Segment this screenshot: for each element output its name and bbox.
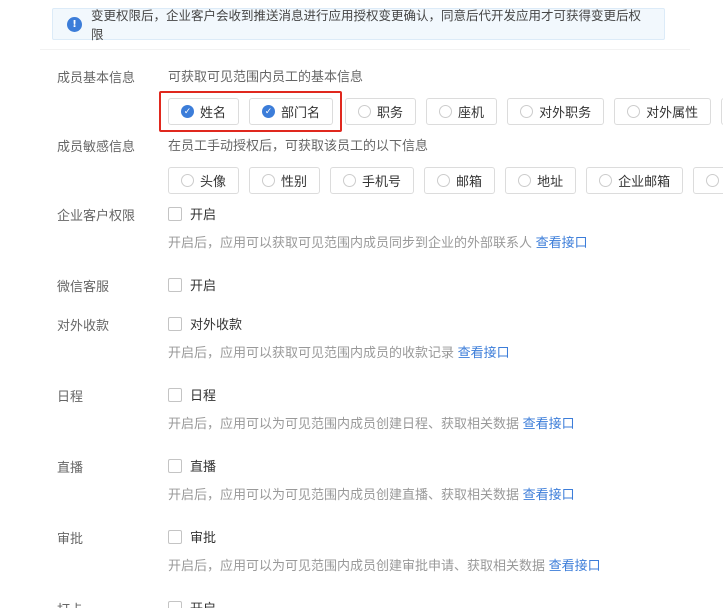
- chip-label: 对外属性: [646, 102, 698, 121]
- chip-label: 地址: [537, 171, 563, 190]
- live-checkbox[interactable]: 直播: [168, 456, 683, 475]
- unchecked-circle-icon: [262, 174, 275, 187]
- wechat-kf-checkbox[interactable]: 开启: [168, 275, 683, 294]
- unchecked-circle-icon: [518, 174, 531, 187]
- row-label: 对外收款: [57, 314, 168, 334]
- view-api-link[interactable]: 查看接口: [523, 416, 575, 431]
- checkbox-icon[interactable]: [168, 601, 182, 608]
- row-label: 企业客户权限: [57, 204, 168, 224]
- chip-qrcode[interactable]: 员工企业微信二维码: [693, 167, 723, 194]
- chip-external-attribute[interactable]: 对外属性: [614, 98, 711, 125]
- divider: [40, 49, 690, 50]
- checkbox-icon[interactable]: [168, 388, 182, 402]
- checkbox-label: 开启: [190, 598, 216, 608]
- external-payment-checkbox[interactable]: 对外收款: [168, 314, 683, 333]
- row-label: 成员敏感信息: [57, 135, 168, 155]
- chip-biz-email[interactable]: 企业邮箱: [586, 167, 683, 194]
- checkin-checkbox[interactable]: 开启: [168, 598, 683, 608]
- info-banner: ! 变更权限后，企业客户会收到推送消息进行应用授权变更确认，同意后代开发应用才可…: [52, 8, 665, 40]
- row-description: 开启后，应用可以获取可见范围内成员的收款记录 查看接口: [168, 342, 683, 361]
- chip-landline[interactable]: 座机: [426, 98, 497, 125]
- unchecked-circle-icon: [437, 174, 450, 187]
- row-description: 开启后，应用可以为可见范围内成员创建审批申请、获取相关数据 查看接口: [168, 555, 683, 574]
- chip-name[interactable]: 姓名: [168, 98, 239, 125]
- unchecked-circle-icon: [599, 174, 612, 187]
- chip-department-name[interactable]: 部门名: [249, 98, 333, 125]
- unchecked-circle-icon: [343, 174, 356, 187]
- row-description: 可获取可见范围内员工的基本信息: [168, 66, 683, 85]
- checkbox-icon[interactable]: [168, 530, 182, 544]
- row-external-contact-permission: 企业客户权限 开启 开启后，应用可以获取可见范围内成员同步到企业的外部联系人 查…: [57, 204, 683, 251]
- row-description: 开启后，应用可以为可见范围内成员创建直播、获取相关数据 查看接口: [168, 484, 683, 503]
- chip-label: 性别: [281, 171, 307, 190]
- chip-position[interactable]: 职务: [345, 98, 416, 125]
- chip-email[interactable]: 邮箱: [424, 167, 495, 194]
- row-label: 直播: [57, 456, 168, 476]
- info-icon: !: [67, 17, 82, 32]
- row-description: 开启后，应用可以获取可见范围内成员同步到企业的外部联系人 查看接口: [168, 232, 683, 251]
- checked-circle-icon: [181, 105, 194, 118]
- row-label: 审批: [57, 527, 168, 547]
- unchecked-circle-icon: [706, 174, 719, 187]
- chip-label: 姓名: [200, 102, 226, 121]
- chip-avatar[interactable]: 头像: [168, 167, 239, 194]
- row-label: 成员基本信息: [57, 66, 168, 86]
- checkbox-icon[interactable]: [168, 459, 182, 473]
- chip-label: 邮箱: [456, 171, 482, 190]
- chip-label: 部门名: [281, 102, 320, 121]
- unchecked-circle-icon: [439, 105, 452, 118]
- approval-checkbox[interactable]: 审批: [168, 527, 683, 546]
- row-external-payment: 对外收款 对外收款 开启后，应用可以获取可见范围内成员的收款记录 查看接口: [57, 314, 683, 361]
- row-wechat-customer-service: 微信客服 开启: [57, 275, 683, 295]
- chip-gender[interactable]: 性别: [249, 167, 320, 194]
- chip-label: 座机: [458, 102, 484, 121]
- chip-label: 职务: [377, 102, 403, 121]
- checkbox-icon[interactable]: [168, 278, 182, 292]
- row-label: 日程: [57, 385, 168, 405]
- permission-settings-page: ! 变更权限后，企业客户会收到推送消息进行应用授权变更确认，同意后代开发应用才可…: [0, 0, 723, 608]
- sensitive-info-chip-group: 头像 性别 手机号 邮箱 地址: [168, 167, 683, 194]
- checkbox-label: 开启: [190, 204, 216, 223]
- row-member-sensitive-info: 成员敏感信息 在员工手动授权后，可获取该员工的以下信息 头像 性别 手机号: [57, 135, 683, 194]
- row-calendar: 日程 日程 开启后，应用可以为可见范围内成员创建日程、获取相关数据 查看接口: [57, 385, 683, 432]
- row-live-streaming: 直播 直播 开启后，应用可以为可见范围内成员创建直播、获取相关数据 查看接口: [57, 456, 683, 503]
- checkbox-label: 对外收款: [190, 314, 242, 333]
- annotation-red-box-chips: 姓名 部门名: [159, 91, 342, 132]
- calendar-checkbox[interactable]: 日程: [168, 385, 683, 404]
- checkbox-label: 审批: [190, 527, 216, 546]
- row-approval: 审批 审批 开启后，应用可以为可见范围内成员创建审批申请、获取相关数据 查看接口: [57, 527, 683, 574]
- row-description: 在员工手动授权后，可获取该员工的以下信息: [168, 135, 683, 154]
- checkbox-label: 直播: [190, 456, 216, 475]
- info-banner-text: 变更权限后，企业客户会收到推送消息进行应用授权变更确认，同意后代开发应用才可获得…: [91, 5, 650, 43]
- checkbox-icon[interactable]: [168, 317, 182, 331]
- chip-external-position[interactable]: 对外职务: [507, 98, 604, 125]
- checkbox-icon[interactable]: [168, 207, 182, 221]
- external-contact-checkbox[interactable]: 开启: [168, 204, 683, 223]
- chip-label: 手机号: [362, 171, 401, 190]
- row-label: 打卡: [57, 598, 168, 608]
- checkbox-label: 日程: [190, 385, 216, 404]
- chip-label: 头像: [200, 171, 226, 190]
- checkbox-label: 开启: [190, 275, 216, 294]
- chip-mobile[interactable]: 手机号: [330, 167, 414, 194]
- unchecked-circle-icon: [520, 105, 533, 118]
- row-checkin: 打卡 开启 开启后，应用可获取可见范围内成员的打卡规则、打卡记录等数据，并为成员…: [57, 598, 683, 608]
- chip-label: 对外职务: [539, 102, 591, 121]
- row-label: 微信客服: [57, 275, 168, 295]
- row-description: 开启后，应用可以为可见范围内成员创建日程、获取相关数据 查看接口: [168, 413, 683, 432]
- unchecked-circle-icon: [181, 174, 194, 187]
- chip-label: 企业邮箱: [618, 171, 670, 190]
- unchecked-circle-icon: [358, 105, 371, 118]
- basic-info-chip-group: 姓名 部门名 职务 座机 对外职务: [168, 98, 683, 125]
- view-api-link[interactable]: 查看接口: [458, 345, 510, 360]
- chip-address[interactable]: 地址: [505, 167, 576, 194]
- view-api-link[interactable]: 查看接口: [536, 235, 588, 250]
- view-api-link[interactable]: 查看接口: [549, 558, 601, 573]
- view-api-link[interactable]: 查看接口: [523, 487, 575, 502]
- checked-circle-icon: [262, 105, 275, 118]
- unchecked-circle-icon: [627, 105, 640, 118]
- row-member-basic-info: 成员基本信息 可获取可见范围内员工的基本信息 姓名 部门名 职务: [57, 66, 683, 125]
